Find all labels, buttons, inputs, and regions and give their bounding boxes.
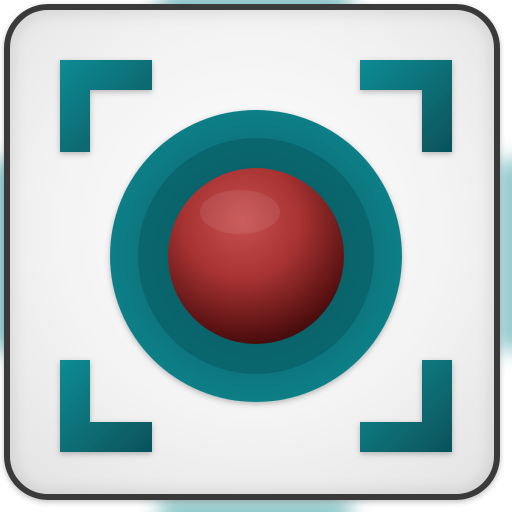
bracket-top-right-icon xyxy=(360,60,452,152)
bracket-bottom-left-icon xyxy=(60,360,152,452)
bracket-top-left-icon xyxy=(60,60,152,152)
bracket-bottom-right-icon xyxy=(360,360,452,452)
record-dot-highlight xyxy=(200,190,280,234)
capture-art xyxy=(60,60,452,452)
app-icon xyxy=(0,0,512,512)
